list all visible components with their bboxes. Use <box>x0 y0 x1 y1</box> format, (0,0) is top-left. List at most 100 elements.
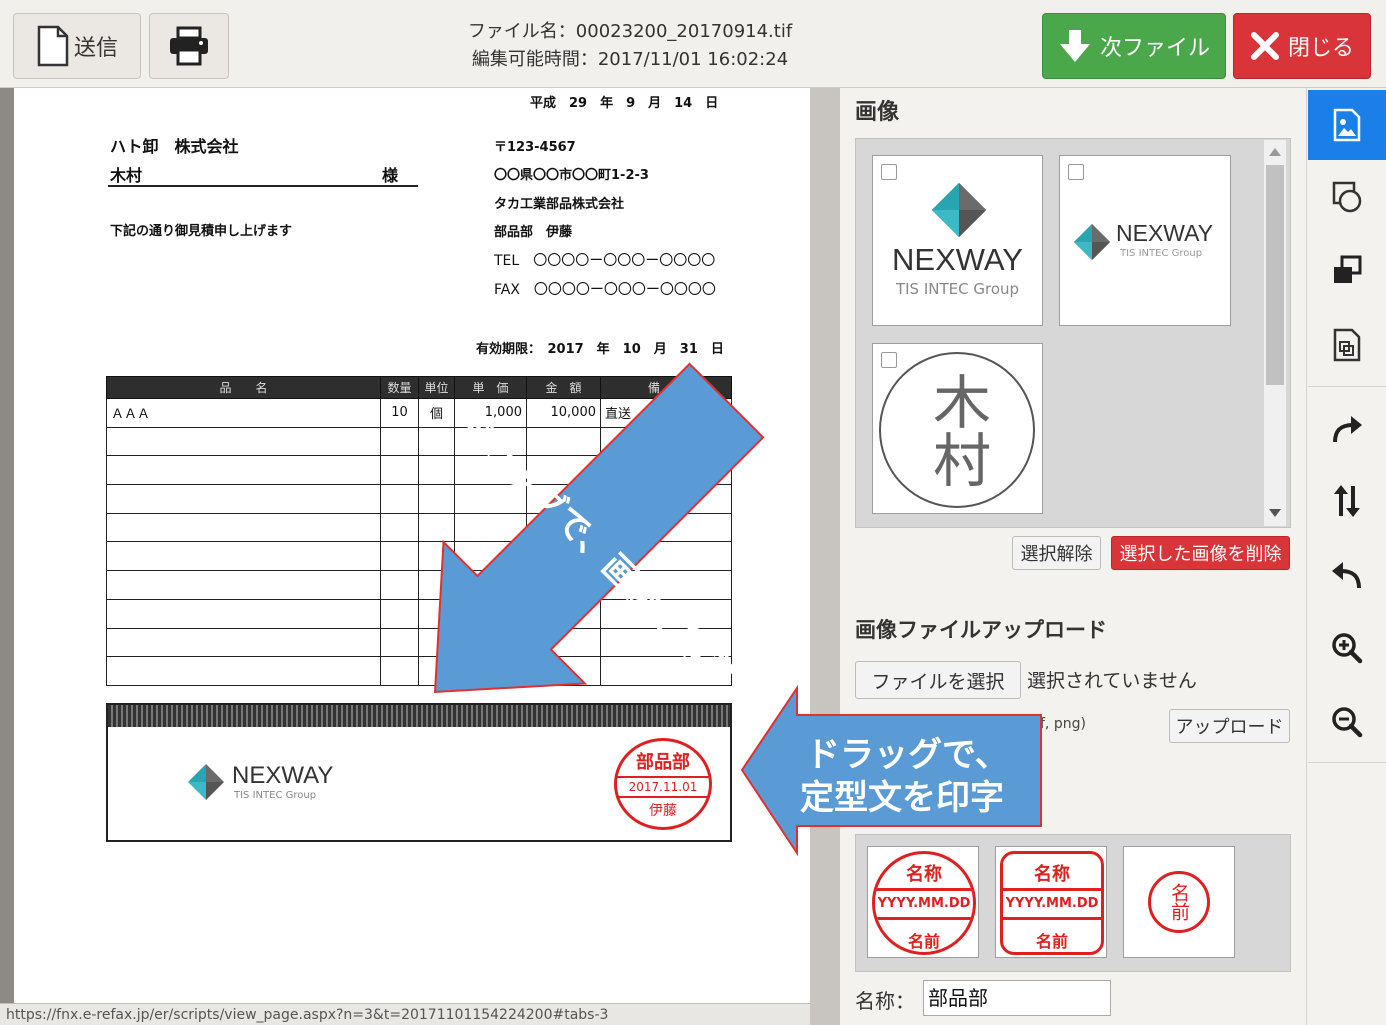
stamp-template-2[interactable]: 名称 YYYY.MM.DD 名前 <box>995 846 1107 958</box>
file-name: ファイル名：00023200_20170914.tif <box>467 21 793 42</box>
undo-button[interactable] <box>1308 540 1386 610</box>
table-row <box>106 627 732 658</box>
th-item: 品 名 <box>106 376 381 399</box>
remarks-header <box>108 705 730 727</box>
cell-item: ＡＡＡ <box>106 398 381 428</box>
stamp-date: 2017.11.01 <box>617 776 709 798</box>
doc-sender-company: タカ工業部品株式会社 <box>494 197 625 212</box>
layers-icon <box>1334 255 1362 283</box>
edit-time: 編集可能時間：2017/11/01 16:02:24 <box>471 49 789 70</box>
upload-button[interactable]: アップロード <box>1169 709 1290 743</box>
scrollbar-thumb[interactable] <box>1266 165 1284 385</box>
image-checkbox[interactable] <box>881 164 897 180</box>
panel-divider[interactable] <box>810 88 840 1025</box>
stamp-template-3[interactable]: 名前 <box>1123 846 1235 958</box>
th-unit: 単位 <box>418 376 455 399</box>
table-row <box>106 656 732 686</box>
stamp-tool-button[interactable] <box>1308 161 1386 231</box>
stamp-bot: 名前 <box>1035 932 1068 951</box>
thumb-brand: NEXWAY <box>892 242 1023 277</box>
table-row <box>106 455 732 486</box>
close-icon <box>1250 32 1279 60</box>
doc-intro: 下記の通り御見積申し上げます <box>110 224 293 239</box>
stamp-top: 名称 <box>906 864 942 885</box>
rotate-button[interactable] <box>1308 394 1386 464</box>
top-toolbar: 送信 ファイル名：00023200_20170914.tif 編集可能時間：20… <box>0 0 1386 88</box>
zoom-out-icon <box>1332 707 1363 738</box>
arrow-down-icon <box>1059 30 1090 62</box>
logo-sub: TIS INTEC Group <box>234 790 317 801</box>
date-stamp-round: 名称 YYYY.MM.DD 名前 <box>872 851 976 955</box>
quote-table: 品 名 数量 単位 単 価 金 額 備 考 ＡＡＡ 10 個 1,000 10,… <box>106 376 732 686</box>
scroll-up-icon[interactable] <box>1269 148 1281 156</box>
printer-icon <box>170 26 208 66</box>
th-price: 単 価 <box>454 376 527 399</box>
image-checkbox[interactable] <box>1068 164 1084 180</box>
seal-kimura: 木村 <box>879 352 1035 508</box>
doc-address: 〇〇県〇〇市〇〇町1-2-3 <box>494 168 649 183</box>
copy-page-icon <box>1333 328 1361 362</box>
scroll-down-icon[interactable] <box>1269 509 1281 517</box>
status-url: https://fnx.e-refax.jp/er/scripts/view_p… <box>0 1003 810 1025</box>
deselect-button[interactable]: 選択解除 <box>1012 536 1101 570</box>
th-note: 備 考 <box>600 376 732 399</box>
stamp-text: 名前 <box>1168 883 1190 921</box>
send-label: 送信 <box>73 36 118 61</box>
stamp-mid: YYYY.MM.DD <box>875 888 973 920</box>
image-thumb-2[interactable]: NEXWAY TIS INTEC Group <box>1059 155 1231 326</box>
upload-section-title: 画像ファイルアップロード <box>855 618 1107 642</box>
table-row <box>106 426 732 457</box>
left-edge <box>0 88 14 1025</box>
name-input[interactable]: 部品部 <box>923 980 1111 1016</box>
doc-fax: FAX 〇〇〇〇ー〇〇〇ー〇〇〇〇 <box>494 282 716 298</box>
page-copy-button[interactable] <box>1308 310 1386 380</box>
image-checkbox[interactable] <box>881 352 897 368</box>
thumb-brand: NEXWAY <box>1116 220 1214 246</box>
doc-date: 平成 29 年 9 月 14 日 <box>530 96 719 111</box>
name-stamp-small: 名前 <box>1148 871 1210 933</box>
send-button[interactable]: 送信 <box>13 13 141 79</box>
stamp-top: 名称 <box>1034 864 1070 885</box>
image-thumb-3[interactable]: 木村 <box>872 343 1043 514</box>
printed-logo[interactable]: NEXWAY TIS INTEC Group <box>186 760 346 808</box>
print-button[interactable] <box>149 13 229 79</box>
nexway-logo-icon <box>188 764 224 800</box>
undo-arrow-icon <box>1332 562 1361 589</box>
doc-company: ハト卸 株式会社 <box>110 137 239 156</box>
toolbar-separator <box>1308 762 1386 763</box>
close-button[interactable]: 閉じる <box>1233 13 1371 79</box>
doc-postal: 〒123-4567 <box>494 140 576 155</box>
date-stamp-square: 名称 YYYY.MM.DD 名前 <box>1000 851 1104 955</box>
doc-person: 木村 <box>110 166 143 185</box>
redo-arrow-icon <box>1333 416 1362 443</box>
file-info: ファイル名：00023200_20170914.tif 編集可能時間：2017/… <box>440 18 820 74</box>
thumb-sub: TIS INTEC Group <box>1120 248 1203 259</box>
choose-file-button[interactable]: ファイルを選択 <box>855 661 1021 699</box>
zoom-out-button[interactable] <box>1308 687 1386 757</box>
image-section-title: 画像 <box>855 100 900 125</box>
name-underline <box>108 185 418 187</box>
th-qty: 数量 <box>380 376 419 399</box>
stamp-name: 伊藤 <box>649 803 677 819</box>
doc-tel: TEL 〇〇〇〇ー〇〇〇ー〇〇〇〇 <box>494 253 716 269</box>
image-thumb-1[interactable]: NEXWAY TIS INTEC Group <box>872 155 1043 326</box>
no-file-text: 選択されていません <box>1027 670 1197 692</box>
next-file-button[interactable]: 次ファイル <box>1042 13 1226 79</box>
delete-selected-button[interactable]: 選択した画像を削除 <box>1111 536 1290 570</box>
cell-note: 直送 9月 <box>600 398 732 428</box>
stamp-bot: 名前 <box>907 932 940 951</box>
name-label: 名称： <box>855 989 915 1013</box>
stamp-mid: YYYY.MM.DD <box>1003 888 1101 920</box>
cell-amount: 10,000 <box>526 398 601 428</box>
callout-text-drag-1: ドラッグで、 <box>806 735 1009 775</box>
zoom-in-button[interactable] <box>1308 613 1386 683</box>
flip-button[interactable] <box>1308 466 1386 536</box>
th-amount: 金 額 <box>526 376 601 399</box>
thumb-sub: TIS INTEC Group <box>895 280 1020 298</box>
stamp-template-1[interactable]: 名称 YYYY.MM.DD 名前 <box>867 846 979 958</box>
image-tool-button[interactable] <box>1308 90 1386 160</box>
swap-vertical-icon <box>1334 485 1360 517</box>
layer-tool-button[interactable] <box>1308 235 1386 305</box>
printed-stamp[interactable]: 部品部 2017.11.01 伊藤 <box>614 738 712 830</box>
table-row <box>106 512 732 543</box>
